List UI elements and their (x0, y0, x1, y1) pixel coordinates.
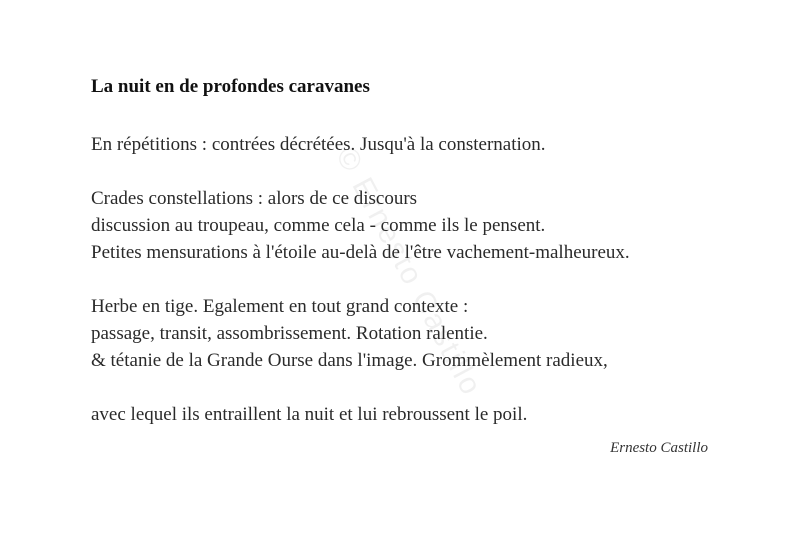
stanza-3-line-1: Herbe en tige. Egalement en tout grand c… (91, 296, 469, 317)
stanza-2-line-3: Petites mensurations à l'étoile au-delà … (91, 242, 630, 263)
author-signature: Ernesto Castillo (610, 440, 708, 456)
stanza-3-line-3: & tétanie de la Grande Ourse dans l'imag… (91, 350, 608, 371)
stanza-4-line-1: avec lequel ils entraillent la nuit et l… (91, 404, 528, 425)
stanza-1-line-1: En répétitions : contrées décrétées. Jus… (91, 134, 546, 155)
poem-title: La nuit en de profondes caravanes (91, 76, 370, 97)
stanza-2-line-1: Crades constellations : alors de ce disc… (91, 188, 418, 209)
poem-page: © Ernesto Castillo La nuit en de profond… (0, 0, 800, 534)
stanza-3-line-2: passage, transit, assombrissement. Rotat… (91, 323, 488, 344)
stanza-2-line-2: discussion au troupeau, comme cela - com… (91, 215, 546, 236)
